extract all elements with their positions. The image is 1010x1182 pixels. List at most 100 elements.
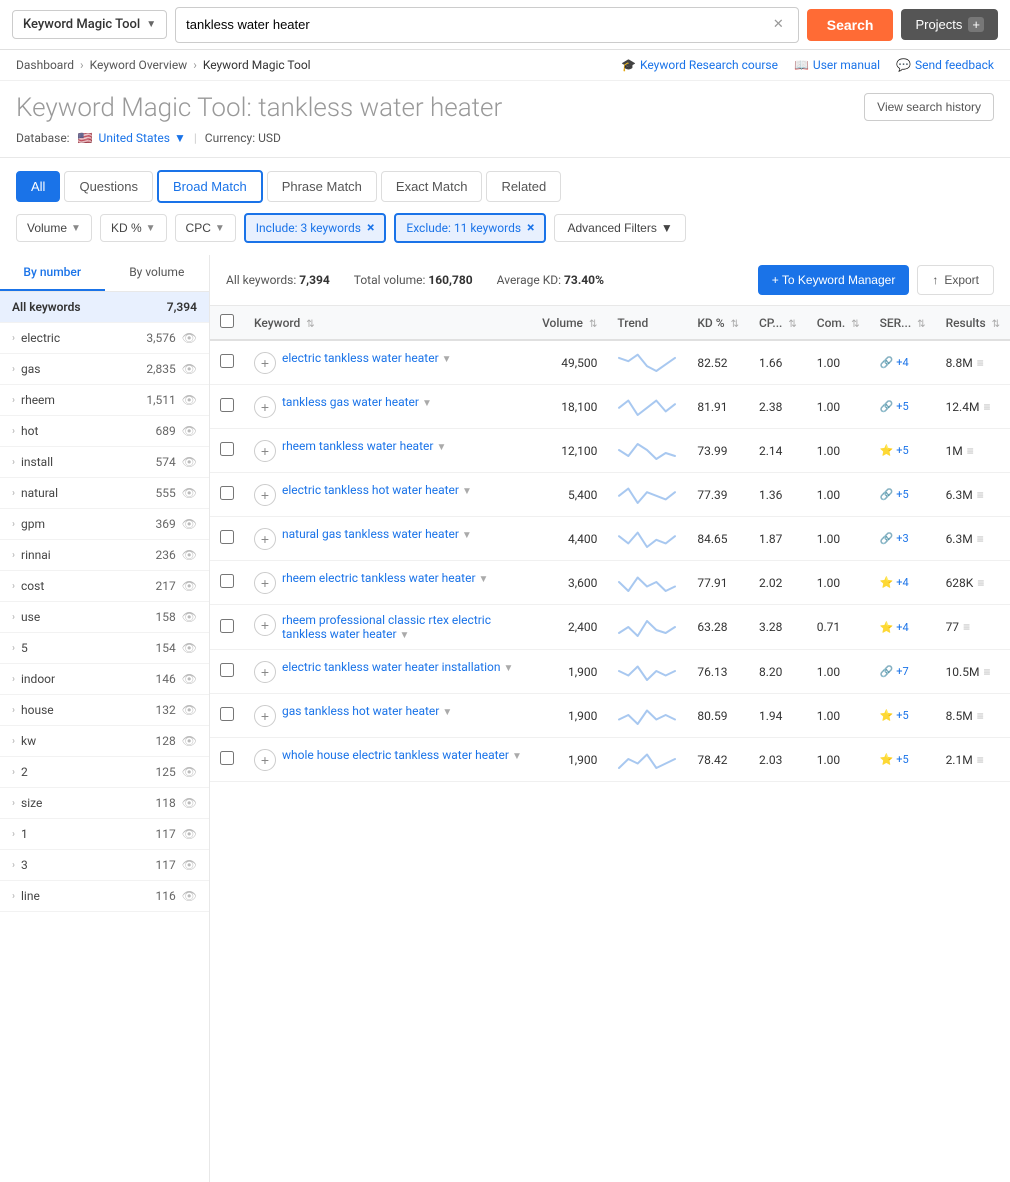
keyword-link[interactable]: natural gas tankless water heater — [282, 527, 459, 541]
view-search-history-button[interactable]: View search history — [864, 93, 994, 121]
row-checkbox[interactable] — [220, 530, 234, 544]
sidebar-item[interactable]: › kw 128 👁 — [0, 726, 209, 757]
sidebar-item[interactable]: › 1 117 👁 — [0, 819, 209, 850]
results-detail-icon[interactable]: ≡ — [977, 356, 984, 370]
eye-icon[interactable]: 👁 — [182, 548, 197, 562]
tab-broad-match[interactable]: Broad Match — [157, 170, 263, 203]
sidebar-item[interactable]: › use 158 👁 — [0, 602, 209, 633]
add-keyword-button[interactable]: + — [254, 440, 276, 462]
add-keyword-button[interactable]: + — [254, 352, 276, 374]
keyword-link[interactable]: whole house electric tankless water heat… — [282, 748, 509, 762]
volume-filter[interactable]: Volume ▼ — [16, 214, 92, 242]
keyword-dropdown-icon[interactable]: ▼ — [462, 530, 472, 541]
keyword-link[interactable]: gas tankless hot water heater — [282, 704, 439, 718]
eye-icon[interactable]: 👁 — [182, 486, 197, 500]
sidebar-item[interactable]: › 2 125 👁 — [0, 757, 209, 788]
exclude-keywords-clear-icon[interactable]: × — [527, 220, 534, 236]
sidebar-item[interactable]: › hot 689 👁 — [0, 416, 209, 447]
include-keywords-clear-icon[interactable]: × — [367, 220, 374, 236]
keyword-dropdown-icon[interactable]: ▼ — [503, 663, 513, 674]
eye-icon[interactable]: 👁 — [182, 796, 197, 810]
breadcrumb-keyword-overview[interactable]: Keyword Overview — [90, 58, 188, 72]
tab-phrase-match[interactable]: Phrase Match — [267, 171, 377, 202]
keyword-dropdown-icon[interactable]: ▼ — [462, 486, 472, 497]
sidebar-item[interactable]: › 5 154 👁 — [0, 633, 209, 664]
row-checkbox[interactable] — [220, 751, 234, 765]
sidebar-item[interactable]: › 3 117 👁 — [0, 850, 209, 881]
tool-selector[interactable]: Keyword Magic Tool ▼ — [12, 10, 167, 39]
results-detail-icon[interactable]: ≡ — [977, 576, 984, 590]
sidebar-tab-by-number[interactable]: By number — [0, 255, 105, 291]
advanced-filters-button[interactable]: Advanced Filters ▼ — [554, 214, 685, 242]
row-checkbox[interactable] — [220, 398, 234, 412]
eye-icon[interactable]: 👁 — [182, 579, 197, 593]
results-detail-icon[interactable]: ≡ — [977, 488, 984, 502]
cpc-filter[interactable]: CPC ▼ — [175, 214, 236, 242]
eye-icon[interactable]: 👁 — [182, 455, 197, 469]
send-feedback-link[interactable]: 💬 Send feedback — [896, 58, 994, 72]
eye-icon[interactable]: 👁 — [182, 610, 197, 624]
eye-icon[interactable]: 👁 — [182, 703, 197, 717]
add-to-keyword-manager-button[interactable]: + To Keyword Manager — [758, 265, 910, 295]
eye-icon[interactable]: 👁 — [182, 889, 197, 903]
cpc-sort-icon[interactable]: ⇅ — [788, 319, 796, 330]
clear-icon[interactable]: ✕ — [773, 17, 784, 32]
row-checkbox[interactable] — [220, 354, 234, 368]
export-button[interactable]: ↑ Export — [917, 265, 994, 295]
com-sort-icon[interactable]: ⇅ — [851, 319, 859, 330]
keyword-dropdown-icon[interactable]: ▼ — [436, 442, 446, 453]
tab-all[interactable]: All — [16, 171, 60, 202]
row-checkbox[interactable] — [220, 574, 234, 588]
tab-questions[interactable]: Questions — [64, 171, 153, 202]
add-keyword-button[interactable]: + — [254, 528, 276, 550]
row-checkbox[interactable] — [220, 442, 234, 456]
row-checkbox[interactable] — [220, 663, 234, 677]
sidebar-item[interactable]: › rheem 1,511 👁 — [0, 385, 209, 416]
keyword-link[interactable]: rheem professional classic rtex electric… — [282, 613, 491, 641]
tab-exact-match[interactable]: Exact Match — [381, 171, 483, 202]
results-detail-icon[interactable]: ≡ — [963, 620, 970, 634]
results-detail-icon[interactable]: ≡ — [977, 532, 984, 546]
eye-icon[interactable]: 👁 — [182, 858, 197, 872]
database-country-link[interactable]: 🇺🇸 United States ▼ — [78, 131, 186, 145]
keyword-link[interactable]: electric tankless hot water heater — [282, 483, 459, 497]
search-button[interactable]: Search — [807, 9, 894, 41]
eye-icon[interactable]: 👁 — [182, 765, 197, 779]
eye-icon[interactable]: 👁 — [182, 517, 197, 531]
sidebar-item[interactable]: › size 118 👁 — [0, 788, 209, 819]
results-detail-icon[interactable]: ≡ — [967, 444, 974, 458]
sidebar-item[interactable]: › house 132 👁 — [0, 695, 209, 726]
eye-icon[interactable]: 👁 — [182, 393, 197, 407]
exclude-keywords-tag[interactable]: Exclude: 11 keywords × — [394, 213, 546, 243]
add-keyword-button[interactable]: + — [254, 705, 276, 727]
keyword-link[interactable]: tankless gas water heater — [282, 395, 419, 409]
sidebar-item[interactable]: › line 116 👁 — [0, 881, 209, 912]
add-keyword-button[interactable]: + — [254, 572, 276, 594]
results-detail-icon[interactable]: ≡ — [977, 709, 984, 723]
add-keyword-button[interactable]: + — [254, 484, 276, 506]
include-keywords-tag[interactable]: Include: 3 keywords × — [244, 213, 387, 243]
row-checkbox[interactable] — [220, 619, 234, 633]
sidebar-item[interactable]: › install 574 👁 — [0, 447, 209, 478]
user-manual-link[interactable]: 📖 User manual — [794, 58, 880, 72]
eye-icon[interactable]: 👁 — [182, 734, 197, 748]
keyword-link[interactable]: rheem electric tankless water heater — [282, 571, 476, 585]
keyword-dropdown-icon[interactable]: ▼ — [512, 751, 522, 762]
sidebar-tab-by-volume[interactable]: By volume — [105, 255, 210, 291]
results-detail-icon[interactable]: ≡ — [983, 400, 990, 414]
row-checkbox[interactable] — [220, 486, 234, 500]
sidebar-item[interactable]: › indoor 146 👁 — [0, 664, 209, 695]
eye-icon[interactable]: 👁 — [182, 827, 197, 841]
add-keyword-button[interactable]: + — [254, 396, 276, 418]
tab-related[interactable]: Related — [486, 171, 561, 202]
sidebar-all-keywords[interactable]: All keywords 7,394 — [0, 292, 209, 323]
results-detail-icon[interactable]: ≡ — [983, 665, 990, 679]
results-sort-icon[interactable]: ⇅ — [992, 319, 1000, 330]
projects-button[interactable]: Projects + — [901, 9, 998, 40]
ser-sort-icon[interactable]: ⇅ — [917, 319, 925, 330]
keyword-link[interactable]: electric tankless water heater — [282, 351, 439, 365]
keyword-link[interactable]: electric tankless water heater installat… — [282, 660, 500, 674]
eye-icon[interactable]: 👁 — [182, 424, 197, 438]
eye-icon[interactable]: 👁 — [182, 362, 197, 376]
sidebar-item[interactable]: › electric 3,576 👁 — [0, 323, 209, 354]
